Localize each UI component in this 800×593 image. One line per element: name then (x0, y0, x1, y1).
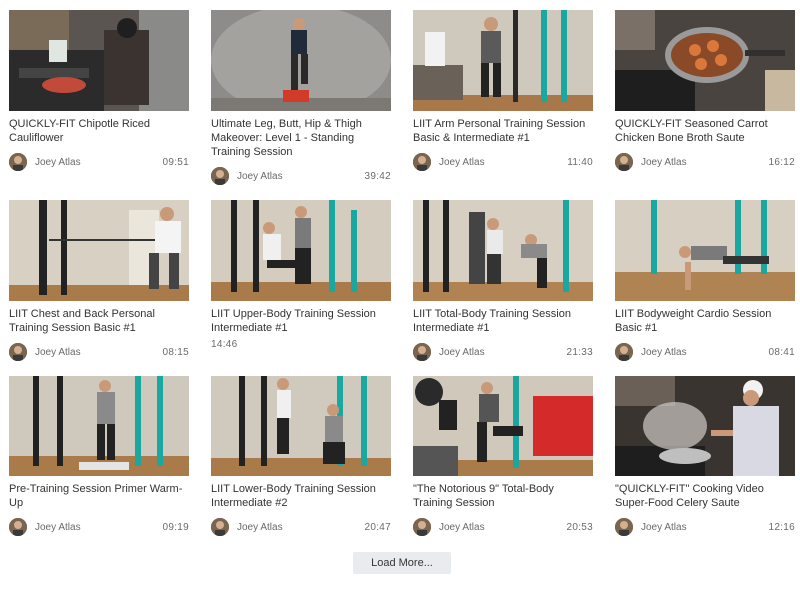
video-author: Joey Atlas (641, 156, 687, 168)
video-thumbnail-steaming-pot[interactable] (615, 376, 795, 476)
video-duration: 14:46 (211, 339, 238, 350)
video-card[interactable]: Ultimate Leg, Butt, Hip & Thigh Makeover… (211, 10, 391, 190)
video-author: Joey Atlas (439, 156, 485, 168)
video-title[interactable]: LIIT Arm Personal Training Session Basic… (413, 117, 593, 145)
video-duration: 09:19 (162, 521, 189, 533)
video-duration: 08:41 (768, 346, 795, 358)
video-duration: 39:42 (364, 170, 391, 182)
video-thumbnail-floor-cardio[interactable] (615, 200, 795, 301)
video-duration: 11:40 (567, 156, 593, 168)
video-title[interactable]: LIIT Bodyweight Cardio Session Basic #1 (615, 307, 795, 335)
video-card[interactable]: QUICKLY-FIT Seasoned Carrot Chicken Bone… (615, 10, 795, 190)
video-meta: Joey Atlas 09:19 (9, 518, 189, 536)
video-thumbnail-frying-pan[interactable] (615, 10, 795, 111)
video-author: Joey Atlas (641, 521, 687, 533)
video-author: Joey Atlas (439, 346, 485, 358)
video-title[interactable]: LIIT Chest and Back Personal Training Se… (9, 307, 189, 335)
video-card[interactable]: LIIT Upper-Body Training Session Interme… (211, 200, 391, 366)
avatar (615, 343, 633, 361)
video-thumbnail-studio[interactable] (211, 10, 391, 111)
video-author: Joey Atlas (439, 521, 485, 533)
video-meta: Joey Atlas 20:53 (413, 518, 593, 536)
video-card[interactable]: QUICKLY-FIT Chipotle Riced Cauliflower J… (9, 10, 189, 190)
video-card[interactable]: "The Notorious 9" Total-Body Training Se… (413, 376, 593, 536)
video-title[interactable]: "The Notorious 9" Total-Body Training Se… (413, 482, 593, 510)
video-thumbnail-home-gym[interactable] (413, 10, 593, 111)
video-thumbnail-partner-squat[interactable] (211, 200, 391, 301)
video-card[interactable]: LIIT Arm Personal Training Session Basic… (413, 10, 593, 190)
video-meta: Joey Atlas 16:12 (615, 153, 795, 171)
video-title[interactable]: LIIT Total-Body Training Session Interme… (413, 307, 593, 335)
video-title[interactable]: LIIT Upper-Body Training Session Interme… (211, 307, 391, 335)
video-thumbnail-band-press[interactable] (9, 200, 189, 301)
video-author: Joey Atlas (641, 346, 687, 358)
video-author: Joey Atlas (35, 521, 81, 533)
avatar (9, 153, 27, 171)
video-card[interactable]: "QUICKLY-FIT" Cooking Video Super-Food C… (615, 376, 795, 536)
video-duration: 16:12 (768, 156, 795, 168)
video-card[interactable]: LIIT Bodyweight Cardio Session Basic #1 … (615, 200, 795, 366)
video-title[interactable]: LIIT Lower-Body Training Session Interme… (211, 482, 391, 510)
avatar (615, 153, 633, 171)
video-meta: Joey Atlas 09:51 (9, 153, 189, 171)
video-meta: Joey Atlas 21:33 (413, 343, 593, 361)
video-card[interactable]: LIIT Lower-Body Training Session Interme… (211, 376, 391, 536)
video-author: Joey Atlas (35, 346, 81, 358)
video-title[interactable]: Pre-Training Session Primer Warm-Up (9, 482, 189, 510)
video-duration: 08:15 (162, 346, 189, 358)
video-title[interactable]: Ultimate Leg, Butt, Hip & Thigh Makeover… (211, 117, 391, 159)
video-thumbnail-lunge-band[interactable] (413, 376, 593, 476)
video-thumbnail-warm-up[interactable] (9, 376, 189, 476)
video-meta: Joey Atlas 08:41 (615, 343, 795, 361)
avatar (615, 518, 633, 536)
video-meta: Joey Atlas 39:42 (211, 167, 391, 185)
video-thumbnail-partner-row[interactable] (413, 200, 593, 301)
video-author: Joey Atlas (237, 521, 283, 533)
video-author: Joey Atlas (237, 170, 283, 182)
video-grid: QUICKLY-FIT Chipotle Riced Cauliflower J… (9, 10, 795, 536)
video-author: Joey Atlas (35, 156, 81, 168)
avatar (413, 518, 431, 536)
video-duration: 20:53 (566, 521, 593, 533)
video-title[interactable]: QUICKLY-FIT Chipotle Riced Cauliflower (9, 117, 189, 145)
video-title[interactable]: QUICKLY-FIT Seasoned Carrot Chicken Bone… (615, 117, 795, 145)
video-duration: 09:51 (162, 156, 189, 168)
video-duration: 12:16 (768, 521, 795, 533)
load-more-button[interactable]: Load More... (353, 552, 451, 574)
video-duration: 20:47 (364, 521, 391, 533)
avatar (413, 153, 431, 171)
avatar (413, 343, 431, 361)
video-meta: Joey Atlas 08:15 (9, 343, 189, 361)
video-duration: 21:33 (566, 346, 593, 358)
video-title[interactable]: "QUICKLY-FIT" Cooking Video Super-Food C… (615, 482, 795, 510)
video-card[interactable]: LIIT Total-Body Training Session Interme… (413, 200, 593, 366)
video-card[interactable]: LIIT Chest and Back Personal Training Se… (9, 200, 189, 366)
avatar (211, 518, 229, 536)
video-meta: Joey Atlas 20:47 (211, 518, 391, 536)
video-thumbnail-kitchen[interactable] (9, 10, 189, 111)
video-card[interactable]: Pre-Training Session Primer Warm-Up Joey… (9, 376, 189, 536)
avatar (9, 343, 27, 361)
video-meta: Joey Atlas 11:40 (413, 153, 593, 171)
video-thumbnail-lower-body[interactable] (211, 376, 391, 476)
avatar (9, 518, 27, 536)
avatar (211, 167, 229, 185)
video-meta: Joey Atlas 12:16 (615, 518, 795, 536)
